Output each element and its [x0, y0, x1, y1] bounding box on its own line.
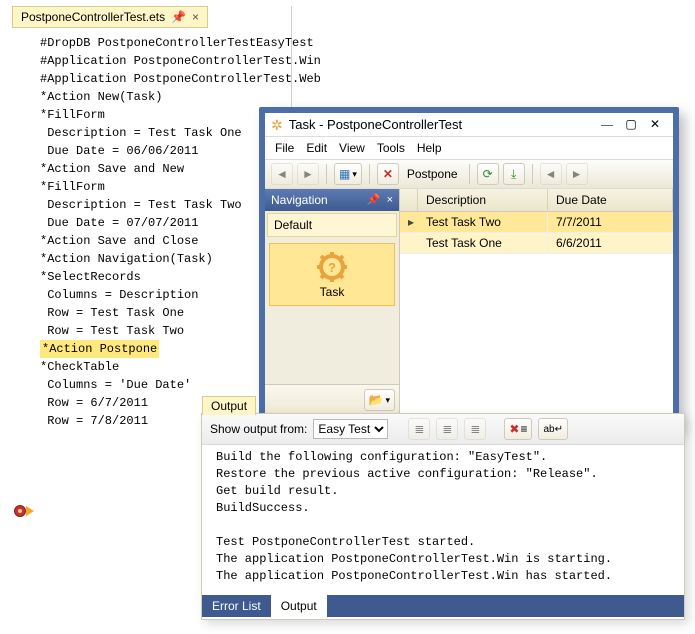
menu-view[interactable]: View: [339, 141, 365, 155]
minimize-button[interactable]: —: [595, 117, 619, 132]
bottom-tab-output[interactable]: Output: [271, 595, 327, 617]
menu-file[interactable]: File: [275, 141, 294, 155]
delete-button[interactable]: ✕: [377, 163, 399, 185]
svg-text:?: ?: [328, 260, 336, 275]
nav-back-button[interactable]: ◄: [271, 163, 293, 185]
nav-group-default[interactable]: Default: [267, 213, 397, 237]
titlebar[interactable]: ✲ Task - PostponeControllerTest — ▢ ✕: [265, 113, 673, 137]
output-text[interactable]: Build the following configuration: "Easy…: [202, 445, 684, 595]
nav-item-task[interactable]: ? Task: [269, 243, 395, 306]
nav-forward-button[interactable]: ►: [297, 163, 319, 185]
separator: [369, 164, 370, 184]
cell-duedate: 6/6/2011: [548, 233, 673, 253]
folder-button[interactable]: 📂▾: [364, 389, 395, 411]
nav-footer: 📂▾: [265, 384, 399, 415]
out-btn-3[interactable]: ≣: [464, 418, 486, 440]
bottom-tab-error-list[interactable]: Error List: [202, 595, 271, 617]
close-icon[interactable]: ×: [387, 195, 393, 206]
refresh-button[interactable]: ⟳: [477, 163, 499, 185]
row-indicator: ▸: [400, 212, 418, 232]
close-button[interactable]: ✕: [643, 117, 667, 132]
toolbar: ◄ ► ▦▾ ✕ Postpone ⟳ ⤓ ◄ ►: [265, 160, 673, 189]
cell-description: Test Task One: [418, 233, 548, 253]
menubar: File Edit View Tools Help: [265, 137, 673, 160]
next-record-button[interactable]: ►: [566, 163, 588, 185]
separator: [532, 164, 533, 184]
output-source-select[interactable]: Easy Test: [313, 419, 388, 439]
out-btn-2[interactable]: ≣: [436, 418, 458, 440]
menu-edit[interactable]: Edit: [306, 141, 327, 155]
column-header-duedate[interactable]: Due Date: [548, 189, 673, 211]
pin-icon[interactable]: 📌: [367, 195, 381, 206]
grid-header: Description Due Date: [400, 189, 673, 212]
wrap-button[interactable]: ab↵: [538, 418, 568, 440]
output-panel: Output Show output from: Easy Test ≣ ≣ ≣…: [201, 413, 685, 620]
new-button[interactable]: ▦▾: [334, 163, 362, 185]
output-tab-label: Output: [211, 399, 247, 413]
prev-record-button[interactable]: ◄: [540, 163, 562, 185]
cell-description: Test Task Two: [418, 212, 548, 232]
table-row[interactable]: ▸Test Task Two7/7/2011: [400, 212, 673, 233]
column-header-description[interactable]: Description: [418, 189, 548, 211]
gear-icon: ?: [315, 252, 349, 282]
clear-button[interactable]: ✖≡: [504, 418, 532, 440]
out-btn-1[interactable]: ≣: [408, 418, 430, 440]
row-indicator-header: [400, 189, 418, 211]
nav-group-label: Default: [274, 218, 312, 232]
show-output-from-label: Show output from:: [210, 422, 307, 436]
postpone-button[interactable]: Postpone: [403, 163, 462, 185]
output-panel-tab[interactable]: Output: [202, 396, 256, 415]
menu-help[interactable]: Help: [417, 141, 442, 155]
editor-tab[interactable]: PostponeControllerTest.ets 📌 ×: [12, 6, 208, 28]
tab-filename: PostponeControllerTest.ets: [21, 10, 165, 24]
separator: [469, 164, 470, 184]
app-icon: ✲: [271, 118, 283, 132]
app-window: ✲ Task - PostponeControllerTest — ▢ ✕ Fi…: [259, 107, 679, 431]
output-toolbar: Show output from: Easy Test ≣ ≣ ≣ ✖≡ ab↵: [202, 414, 684, 445]
nav-header: Navigation 📌 ×: [265, 189, 399, 211]
data-grid[interactable]: Description Due Date ▸Test Task Two7/7/2…: [400, 189, 673, 415]
cell-duedate: 7/7/2011: [548, 212, 673, 232]
pin-icon[interactable]: 📌: [171, 11, 186, 23]
code-body[interactable]: #DropDB PostponeControllerTestEasyTest#A…: [12, 28, 291, 430]
separator: [326, 164, 327, 184]
nav-header-label: Navigation: [271, 193, 328, 207]
nav-item-label: Task: [320, 285, 345, 299]
table-row[interactable]: Test Task One6/6/2011: [400, 233, 673, 254]
export-button[interactable]: ⤓: [503, 163, 525, 185]
menu-tools[interactable]: Tools: [377, 141, 405, 155]
row-indicator: [400, 240, 418, 246]
navigation-panel: Navigation 📌 × Default ?: [265, 189, 400, 415]
close-icon[interactable]: ×: [192, 10, 199, 24]
output-bottom-tabs: Error ListOutput: [202, 595, 684, 617]
maximize-button[interactable]: ▢: [619, 117, 643, 132]
postpone-label: Postpone: [407, 167, 458, 181]
window-title: Task - PostponeControllerTest: [289, 117, 595, 132]
